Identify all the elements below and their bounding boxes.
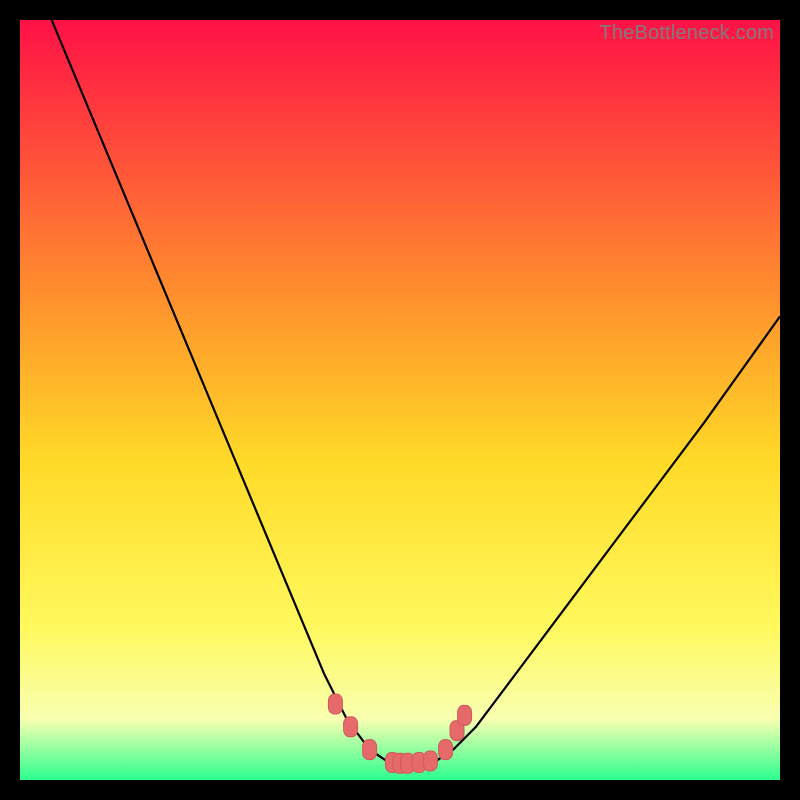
gradient-background [20, 20, 780, 780]
bottleneck-chart [20, 20, 780, 780]
curve-marker [423, 751, 437, 771]
curve-marker [344, 717, 358, 737]
curve-marker [363, 740, 377, 760]
chart-frame: TheBottleneck.com [20, 20, 780, 780]
curve-marker [328, 694, 342, 714]
curve-marker [458, 705, 472, 725]
watermark-text: TheBottleneck.com [599, 22, 774, 45]
curve-marker [439, 740, 453, 760]
